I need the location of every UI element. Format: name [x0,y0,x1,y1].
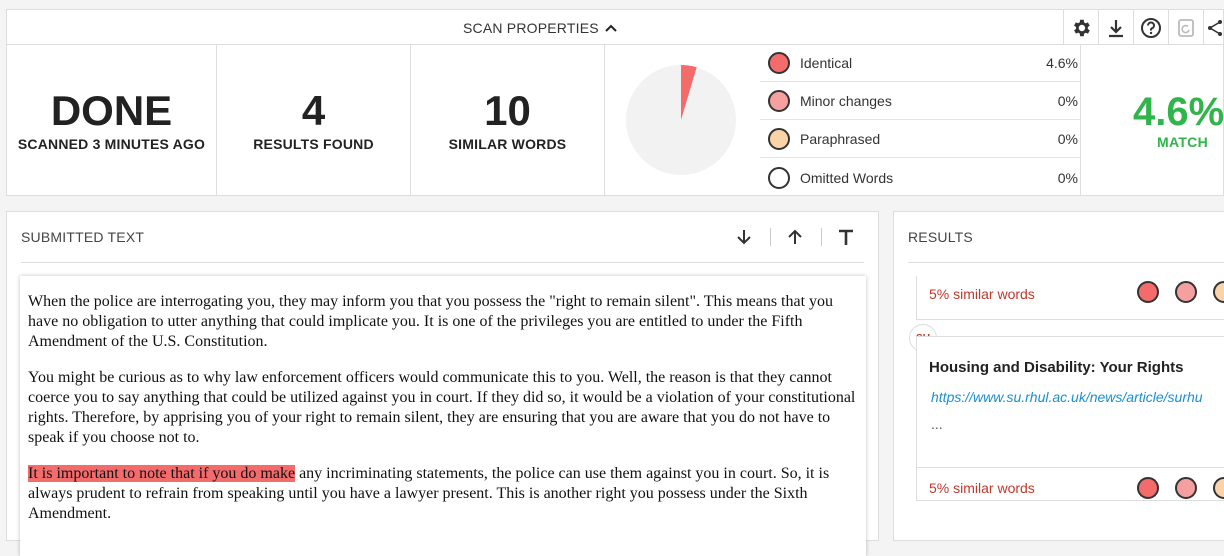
match-percent: 4.6% [1133,90,1224,134]
legend-value: 0% [1057,169,1078,186]
paraphrased-indicator [1213,281,1224,303]
text-icon [839,229,853,245]
legend-row[interactable]: Identical 4.6% [760,45,1080,82]
results-panel: RESULTS 5% similar words SU Housing and … [893,211,1224,541]
divider [917,467,1224,468]
settings-button[interactable] [1063,10,1098,46]
share-icon [1207,20,1222,36]
pie-cell [605,45,754,195]
download-button[interactable] [1098,10,1133,46]
submitted-text-title: SUBMITTED TEXT [21,229,145,245]
status-cell: DONE SCANNED 3 MINUTES AGO [7,45,217,195]
minor-changes-indicator [1175,281,1197,303]
similar-words-count: 10 [484,87,531,134]
help-icon [1141,18,1161,38]
similarity-text: 5% similar words [929,480,1035,496]
legend-swatch [768,128,790,150]
paragraph: It is important to note that if you do m… [28,464,858,524]
paragraph: You might be curious as to why law enfor… [28,369,856,446]
text-format-button[interactable] [834,225,858,249]
legend-value: 0% [1057,131,1078,147]
legend-row[interactable]: Paraphrased 0% [760,121,1080,158]
scan-status: DONE [50,87,173,134]
scan-time: SCANNED 3 MINUTES AGO [17,136,206,152]
legend-value: 4.6% [1046,55,1078,71]
identical-indicator [1137,477,1159,499]
next-match-button[interactable] [732,225,756,249]
results-label: RESULTS FOUND [253,136,374,152]
result-card[interactable]: Housing and Disability: Your Rights http… [916,336,1224,501]
match-label: MATCH [1157,134,1209,150]
arrow-down-icon [737,230,751,245]
legend-value: 0% [1057,93,1078,109]
scan-properties-toggle[interactable]: SCAN PROPERTIES [463,10,617,46]
scan-properties-title: SCAN PROPERTIES [463,20,599,36]
legend-row[interactable]: Minor changes 0% [760,83,1080,120]
arrow-up-icon [788,229,802,244]
paraphrased-indicator [1213,477,1224,499]
identical-match-highlight[interactable]: It is important to note that if you do m… [28,465,296,482]
scan-properties-bar: SCAN PROPERTIES [6,9,1224,46]
legend-row[interactable]: Omitted Words 0% [760,159,1080,196]
submitted-document: When the police are interrogating you, t… [20,276,866,556]
words-cell: 10 SIMILAR WORDS [411,45,605,195]
divider [821,228,822,246]
top-strip [0,0,1224,9]
results-title: RESULTS [908,229,973,245]
result-excerpt: ... [931,416,943,432]
result-card-footer[interactable]: 5% similar words [916,276,1224,320]
results-count: 4 [301,87,326,134]
divider [908,262,1224,263]
match-pie-chart [626,65,736,175]
chevron-up-icon [605,24,617,32]
similar-words-label: SIMILAR WORDS [448,136,567,152]
share-button[interactable] [1203,10,1224,46]
result-url[interactable]: https://www.su.rhul.ac.uk/news/article/s… [931,389,1203,405]
minor-changes-indicator [1175,477,1197,499]
gear-icon [1074,19,1090,37]
refresh-icon [1178,19,1194,37]
rescan-button[interactable] [1168,10,1203,46]
divider [21,262,864,263]
identical-indicator [1137,281,1159,303]
legend-swatch [768,166,790,189]
legend-label: Paraphrased [800,131,881,147]
previous-match-button[interactable] [783,225,807,249]
help-button[interactable] [1133,10,1168,46]
download-icon [1109,20,1123,38]
results-cell: 4 RESULTS FOUND [217,45,411,195]
legend-swatch [768,52,790,74]
result-title[interactable]: Housing and Disability: Your Rights [929,359,1183,376]
similarity-text: 5% similar words [929,286,1035,302]
divider [770,228,771,246]
legend-label: Omitted Words [800,169,894,186]
scan-stats: DONE SCANNED 3 MINUTES AGO 4 RESULTS FOU… [6,45,1224,196]
divider [1080,45,1081,195]
legend-swatch [768,90,790,112]
paragraph: When the police are interrogating you, t… [28,293,834,350]
legend-label: Minor changes [800,93,892,109]
legend-label: Identical [800,55,853,71]
submitted-text-panel: SUBMITTED TEXT When the police are inter… [6,211,879,556]
